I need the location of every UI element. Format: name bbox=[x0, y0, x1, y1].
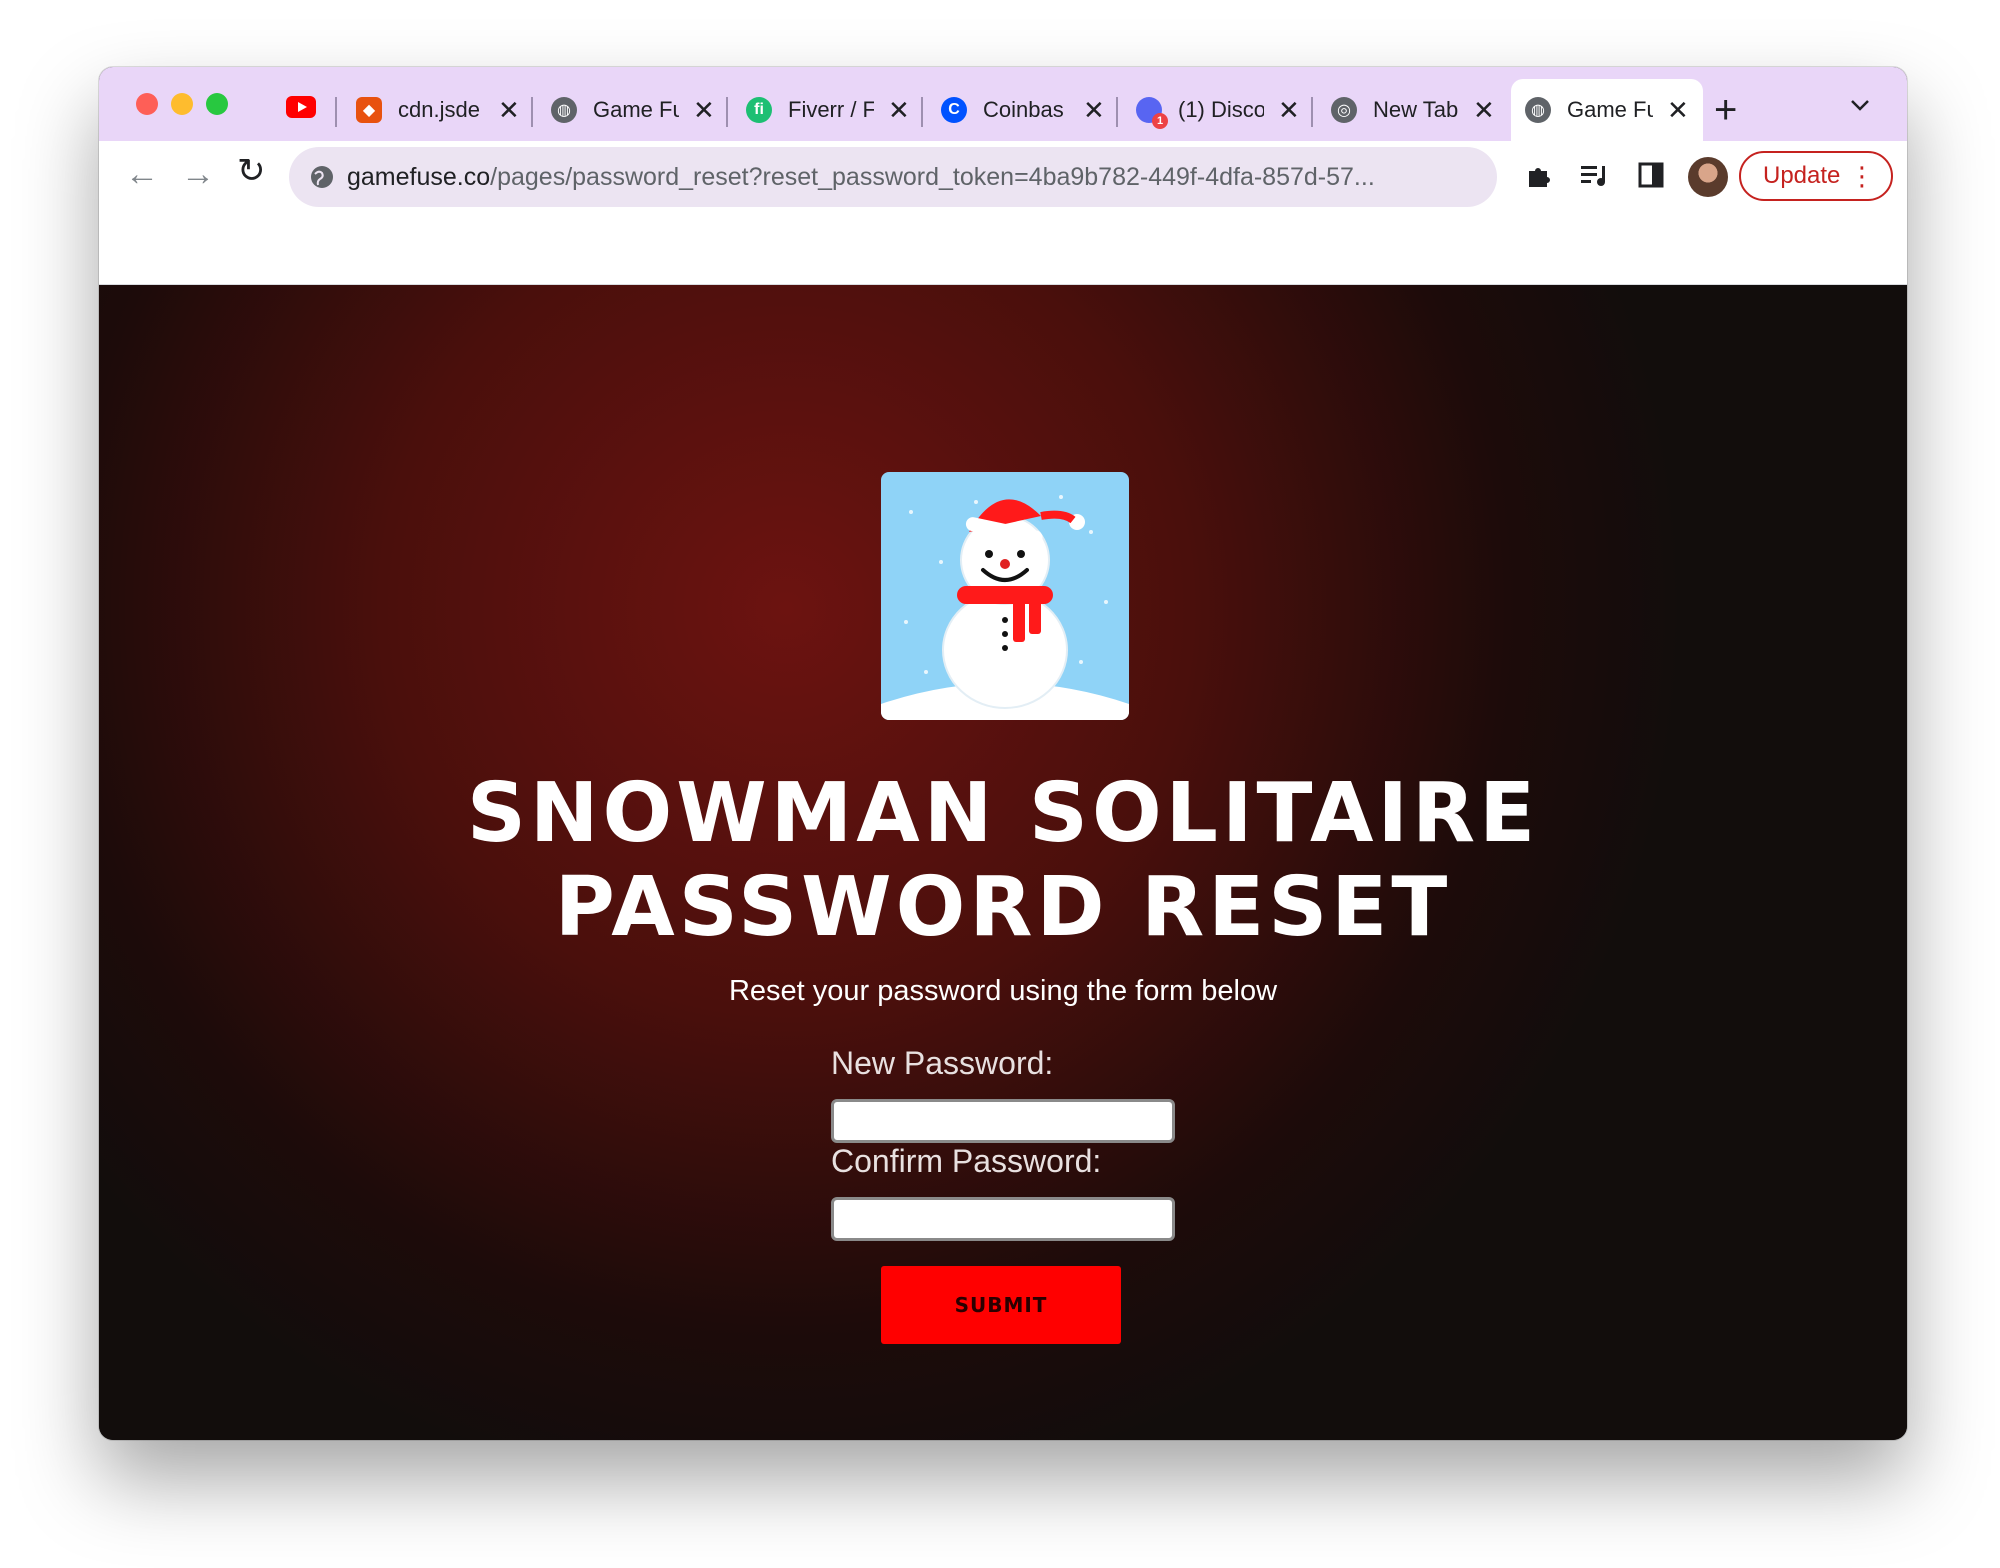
snowman-logo-image bbox=[881, 472, 1129, 720]
close-tab-icon[interactable]: ✕ bbox=[498, 95, 520, 126]
tab-title: Coinbas bbox=[983, 97, 1064, 122]
tab-separator bbox=[531, 97, 533, 127]
tab-fiverr[interactable]: fi Fiverr / F ✕ bbox=[732, 79, 924, 141]
forward-arrow-icon[interactable]: → bbox=[181, 155, 215, 194]
maximize-window-button[interactable] bbox=[206, 93, 228, 115]
globe-icon: ◍ bbox=[551, 97, 577, 123]
new-password-input[interactable] bbox=[831, 1099, 1175, 1143]
coinbase-icon: C bbox=[941, 97, 967, 123]
close-tab-icon[interactable]: ✕ bbox=[1278, 95, 1300, 126]
close-tab-icon[interactable]: ✕ bbox=[1667, 95, 1689, 126]
tab-separator bbox=[1116, 97, 1118, 127]
browser-window: ◆ cdn.jsde ✕ ◍ Game Fu ✕ fi Fiverr / F ✕… bbox=[99, 67, 1907, 1440]
close-tab-icon[interactable]: ✕ bbox=[1473, 95, 1495, 126]
url-path: /pages/password_reset?reset_password_tok… bbox=[490, 162, 1375, 191]
notification-badge: 1 bbox=[1152, 113, 1168, 129]
title-line-2: PASSWORD RESET bbox=[554, 860, 1452, 955]
address-bar[interactable]: gamefuse.co/pages/password_reset?reset_p… bbox=[289, 147, 1497, 207]
tab-title: Game Fu bbox=[1567, 97, 1653, 122]
tab-cdn-jsdelivr[interactable]: ◆ cdn.jsde ✕ bbox=[342, 79, 534, 141]
tab-title: cdn.jsde bbox=[398, 97, 480, 122]
submit-button[interactable]: SUBMIT bbox=[881, 1266, 1121, 1344]
new-tab-plus-icon[interactable]: + bbox=[1714, 85, 1737, 135]
kebab-menu-icon[interactable]: ⋮ bbox=[1849, 161, 1875, 191]
profile-avatar[interactable] bbox=[1688, 157, 1728, 197]
tab-separator bbox=[1311, 97, 1313, 127]
tab-new-tab[interactable]: ◎ New Tab ✕ bbox=[1317, 79, 1509, 141]
close-tab-icon[interactable]: ✕ bbox=[888, 95, 910, 126]
tab-title: Fiverr / F bbox=[788, 97, 874, 122]
close-tab-icon[interactable]: ✕ bbox=[1083, 95, 1105, 126]
tab-youtube[interactable] bbox=[272, 79, 336, 141]
title-line-1: SNOWMAN SOLITAIRE bbox=[466, 766, 1540, 861]
update-button[interactable]: Update ⋮ bbox=[1739, 151, 1893, 201]
tab-strip: ◆ cdn.jsde ✕ ◍ Game Fu ✕ fi Fiverr / F ✕… bbox=[99, 67, 1907, 141]
side-panel-icon[interactable] bbox=[1631, 155, 1671, 195]
tab-coinbase[interactable]: C Coinbas ✕ bbox=[927, 79, 1119, 141]
globe-icon: ◍ bbox=[1525, 97, 1551, 123]
fiverr-icon: fi bbox=[746, 97, 772, 123]
tab-title: New Tab bbox=[1373, 97, 1459, 122]
youtube-icon bbox=[286, 96, 316, 124]
back-arrow-icon[interactable]: ← bbox=[125, 155, 159, 194]
confirm-password-label: Confirm Password: bbox=[831, 1143, 1102, 1179]
tab-discord[interactable]: 1 (1) Disco ✕ bbox=[1122, 79, 1314, 141]
minimize-window-button[interactable] bbox=[171, 93, 193, 115]
tab-separator bbox=[726, 97, 728, 127]
new-password-label: New Password: bbox=[831, 1045, 1054, 1081]
tab-title: Game Fu bbox=[593, 97, 679, 122]
url-host: gamefuse.co bbox=[347, 162, 491, 191]
page-subtitle: Reset your password using the form below bbox=[728, 975, 1278, 1007]
browser-toolbar: ← → ↻ gamefuse.co/pages/password_reset?r… bbox=[99, 141, 1907, 285]
chevron-down-icon[interactable] bbox=[1849, 91, 1871, 119]
chrome-icon: ◎ bbox=[1331, 97, 1357, 123]
tab-separator bbox=[335, 97, 337, 127]
tab-separator bbox=[921, 97, 923, 127]
page-content: SNOWMAN SOLITAIRE PASSWORD RESET Reset y… bbox=[99, 285, 1907, 1440]
extensions-puzzle-icon[interactable] bbox=[1519, 155, 1559, 195]
close-tab-icon[interactable]: ✕ bbox=[693, 95, 715, 126]
update-label: Update bbox=[1763, 162, 1841, 189]
tab-game-fuse-active[interactable]: ◍ Game Fu ✕ bbox=[1511, 79, 1703, 141]
page-title: SNOWMAN SOLITAIRE PASSWORD RESET bbox=[99, 767, 1907, 955]
media-queue-icon[interactable] bbox=[1575, 155, 1615, 195]
brave-shield-icon: ◆ bbox=[356, 97, 382, 123]
reload-icon[interactable]: ↻ bbox=[237, 151, 266, 191]
tab-title: (1) Disco bbox=[1178, 97, 1264, 122]
confirm-password-input[interactable] bbox=[831, 1197, 1175, 1241]
tab-game-fuse[interactable]: ◍ Game Fu ✕ bbox=[537, 79, 729, 141]
discord-icon: 1 bbox=[1136, 97, 1168, 129]
site-info-icon[interactable] bbox=[309, 164, 335, 190]
close-window-button[interactable] bbox=[136, 93, 158, 115]
